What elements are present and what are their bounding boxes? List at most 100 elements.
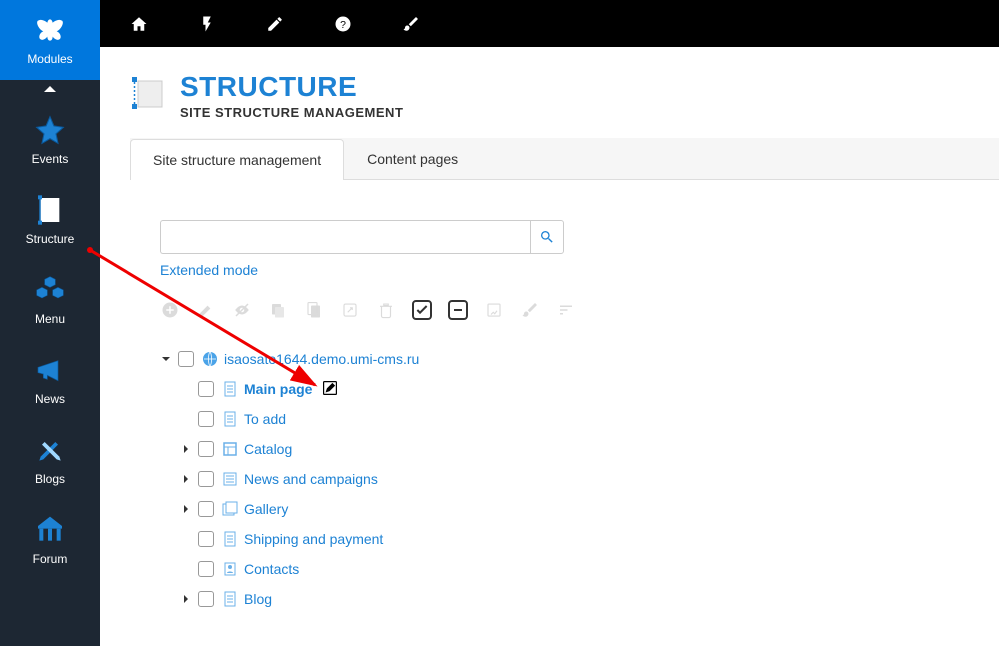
butterfly-icon [34,14,66,46]
search-button[interactable] [530,220,564,254]
pencils-icon [34,434,66,466]
tab-site-structure[interactable]: Site structure management [130,139,344,180]
copy-icon[interactable] [268,300,288,320]
tree-row: To add [160,404,999,434]
search-icon [539,229,555,245]
sidebar-item-label: News [35,392,65,406]
topbar: ? [100,0,999,47]
duplicate-icon[interactable] [304,300,324,320]
tree-item-label[interactable]: Shipping and payment [244,531,383,547]
tree-item-label[interactable]: Contacts [244,561,299,577]
globe-icon [202,351,218,367]
cubes-icon [34,274,66,306]
gallery-icon [222,501,238,517]
tree-row: Blog [160,584,999,614]
tree-checkbox[interactable] [198,591,214,607]
tree-toggle[interactable] [180,383,192,395]
sidebar-item-label: Blogs [35,472,65,486]
tree-item-label[interactable]: Main page [244,381,312,397]
tree-item-label[interactable]: To add [244,411,286,427]
pencil-icon[interactable] [251,0,299,47]
extended-mode-link[interactable]: Extended mode [160,262,258,278]
tree-row: Catalog [160,434,999,464]
tree-checkbox[interactable] [178,351,194,367]
page-subtitle: SITE STRUCTURE MANAGEMENT [180,105,403,120]
catalog-icon [222,441,238,457]
main-panel: Extended mode isaosato1644.demo.umi-cms.… [100,180,999,614]
search-row [160,220,999,254]
sidebar: Modules Events Structure Menu News [0,0,100,646]
toolbar [160,300,999,320]
tab-content-pages[interactable]: Content pages [344,138,481,179]
tree-row: Shipping and payment [160,524,999,554]
help-icon[interactable]: ? [319,0,367,47]
tree-item-label[interactable]: News and campaigns [244,471,378,487]
sidebar-item-blogs[interactable]: Blogs [0,420,100,500]
visibility-icon[interactable] [232,300,252,320]
edit-icon[interactable] [196,300,216,320]
page-icon [222,591,238,607]
add-icon[interactable] [160,300,180,320]
edit-icon[interactable] [322,380,338,399]
sidebar-modules-label: Modules [27,52,72,66]
tree-toggle[interactable] [180,443,192,455]
sidebar-collapse-icon[interactable] [0,80,100,100]
structure-header-icon [130,75,166,111]
forum-icon [34,514,66,546]
news-icon [222,471,238,487]
tree-toggle[interactable] [180,593,192,605]
sidebar-item-label: Menu [35,312,65,326]
tab-bar: Site structure management Content pages [130,138,999,180]
tree-toggle[interactable] [180,563,192,575]
tree-checkbox[interactable] [198,471,214,487]
brush-icon[interactable] [387,0,435,47]
tree-checkbox[interactable] [198,501,214,517]
tree-item-label[interactable]: Gallery [244,501,288,517]
sidebar-item-news[interactable]: News [0,340,100,420]
page-icon [222,411,238,427]
sort-icon[interactable] [556,300,576,320]
tree-item-label[interactable]: Catalog [244,441,292,457]
page-header: STRUCTURE SITE STRUCTURE MANAGEMENT [100,47,999,120]
tree-toggle[interactable] [180,503,192,515]
home-icon[interactable] [115,0,163,47]
brush-tool-icon[interactable] [520,300,540,320]
tree-toggle[interactable] [180,533,192,545]
tree-row: Contacts [160,554,999,584]
tree-toggle-expanded[interactable] [160,353,172,365]
tree-toggle[interactable] [180,473,192,485]
tree-toggle[interactable] [180,413,192,425]
tree: isaosato1644.demo.umi-cms.ru Main page To… [160,344,999,614]
tree-row: News and campaigns [160,464,999,494]
check-all-icon[interactable] [412,300,432,320]
power-icon[interactable] [183,0,231,47]
page-icon [222,381,238,397]
tree-root-row: isaosato1644.demo.umi-cms.ru [160,344,999,374]
sidebar-item-menu[interactable]: Menu [0,260,100,340]
tree-checkbox[interactable] [198,561,214,577]
content-area: STRUCTURE SITE STRUCTURE MANAGEMENT Site… [100,47,999,646]
sidebar-modules[interactable]: Modules [0,0,100,80]
sidebar-item-forum[interactable]: Forum [0,500,100,580]
tree-root-label[interactable]: isaosato1644.demo.umi-cms.ru [224,351,419,367]
tree-row: Gallery [160,494,999,524]
search-input[interactable] [160,220,530,254]
page-icon [34,194,66,226]
tree-item-label[interactable]: Blog [244,591,272,607]
sidebar-item-label: Events [32,152,69,166]
tree-checkbox[interactable] [198,381,214,397]
tree-checkbox[interactable] [198,411,214,427]
tree-checkbox[interactable] [198,531,214,547]
sidebar-item-label: Structure [26,232,75,246]
sidebar-item-structure[interactable]: Structure [0,180,100,260]
sidebar-item-label: Forum [33,552,68,566]
megaphone-icon [34,354,66,386]
sidebar-item-events[interactable]: Events [0,100,100,180]
contacts-icon [222,561,238,577]
delete-icon[interactable] [376,300,396,320]
star-icon [34,114,66,146]
tree-checkbox[interactable] [198,441,214,457]
uncheck-all-icon[interactable] [448,300,468,320]
template-icon[interactable] [484,300,504,320]
link-icon[interactable] [340,300,360,320]
